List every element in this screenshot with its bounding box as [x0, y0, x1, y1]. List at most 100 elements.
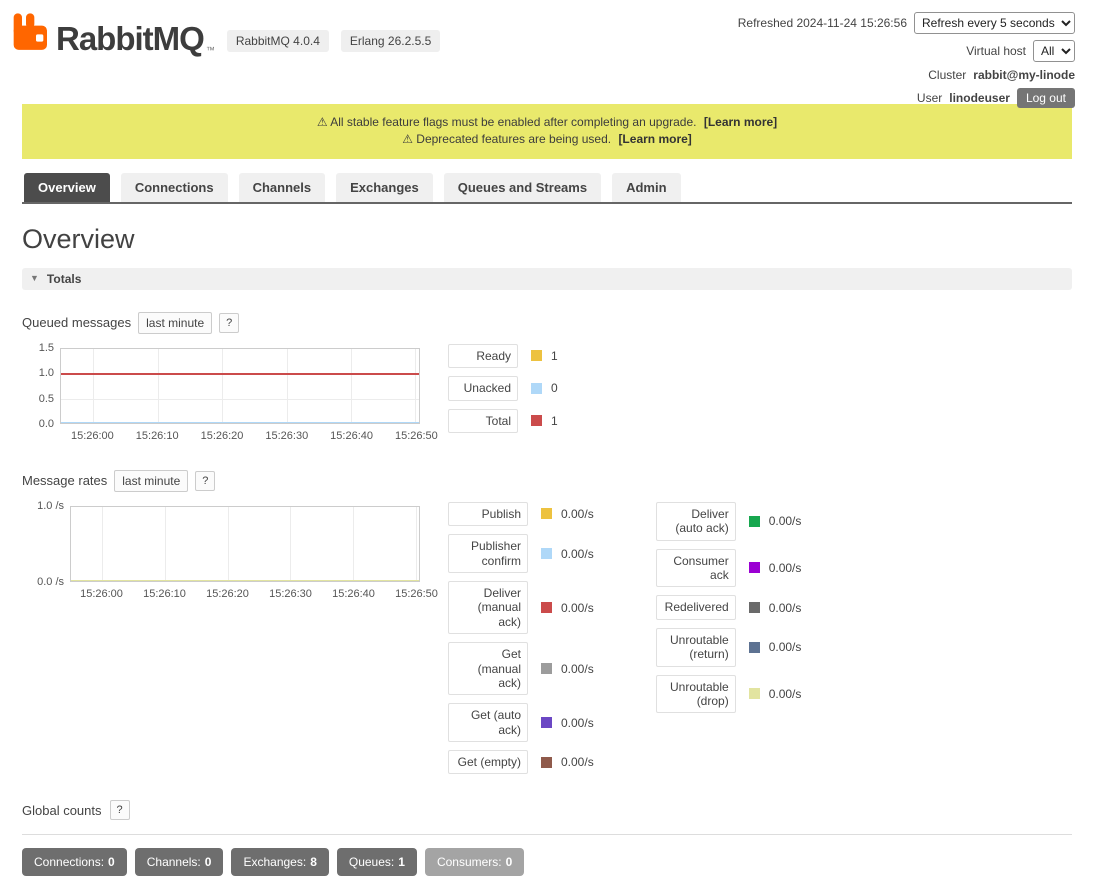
queues-count-badge[interactable]: Queues:1 — [337, 848, 417, 876]
ready-color-swatch — [531, 350, 542, 361]
legend-label: Redelivered — [656, 595, 736, 619]
total-color-swatch — [531, 415, 542, 426]
erlang-version-badge: Erlang 26.2.5.5 — [341, 30, 440, 52]
global-counts-footer: Connections:0 Channels:0 Exchanges:8 Que… — [22, 834, 1072, 886]
legend-row-get-empty: Get (empty) 0.00/s — [448, 750, 594, 774]
tab-overview[interactable]: Overview — [24, 173, 110, 202]
legend-value: 1 — [551, 414, 558, 428]
legend-row-get-manual-ack: Get (manual ack) 0.00/s — [448, 642, 594, 695]
header: RabbitMQ ™ RabbitMQ 4.0.4 Erlang 26.2.5.… — [0, 0, 1094, 104]
publisher-confirm-color-swatch — [541, 548, 552, 559]
legend-label: Publisher confirm — [448, 534, 528, 573]
legend-value: 0.00/s — [769, 514, 802, 528]
legend-row-unacked: Unacked 0 — [448, 376, 558, 400]
tab-exchanges[interactable]: Exchanges — [336, 173, 433, 202]
y-axis-tick: 0.5 — [22, 393, 54, 405]
legend-label: Get (auto ack) — [448, 703, 528, 742]
message-rates-plot: 1.0 /s 0.0 /s 15:26:00 15:26:10 15:26:20… — [22, 502, 424, 606]
legend-row-total: Total 1 — [448, 409, 558, 433]
y-axis-tick: 1.0 /s — [22, 500, 64, 512]
queued-messages-mode-button[interactable]: last minute — [138, 312, 212, 334]
learn-more-link-deprecated[interactable]: [Learn more] — [618, 132, 691, 146]
legend-value: 0.00/s — [769, 561, 802, 575]
zero-rate-series-line — [71, 580, 419, 581]
x-axis-tick: 15:26:10 — [143, 588, 186, 600]
legend-value: 0.00/s — [769, 687, 802, 701]
legend-value: 0.00/s — [561, 755, 594, 769]
legend-label: Total — [448, 409, 518, 433]
warning-line-feature-flags: ⚠ All stable feature flags must be enabl… — [30, 114, 1064, 131]
x-axis-tick: 15:26:10 — [136, 430, 179, 442]
unacked-series-line — [61, 422, 419, 423]
y-axis-tick: 1.0 — [22, 367, 54, 379]
unroutable-return-color-swatch — [749, 642, 760, 653]
queued-messages-help-button[interactable]: ? — [219, 313, 239, 333]
legend-row-get-auto-ack: Get (auto ack) 0.00/s — [448, 703, 594, 742]
virtual-host-label: Virtual host — [966, 44, 1026, 58]
logo-wordmark: RabbitMQ — [56, 22, 204, 55]
message-rates-legend: Publish 0.00/s Publisher confirm 0.00/s … — [448, 502, 801, 783]
consumer-ack-color-swatch — [749, 562, 760, 573]
refresh-interval-select[interactable]: Refresh every 5 seconds — [914, 12, 1075, 34]
legend-label: Get (manual ack) — [448, 642, 528, 695]
tab-channels[interactable]: Channels — [239, 173, 326, 202]
message-rates-help-button[interactable]: ? — [195, 471, 215, 491]
get-auto-ack-color-swatch — [541, 717, 552, 728]
page-title: Overview — [22, 224, 1072, 255]
message-rates-title: Message rates — [22, 473, 107, 488]
get-manual-ack-color-swatch — [541, 663, 552, 674]
exchanges-count-badge[interactable]: Exchanges:8 — [231, 848, 328, 876]
virtual-host-select[interactable]: All — [1033, 40, 1075, 62]
learn-more-link-feature-flags[interactable]: [Learn more] — [704, 115, 777, 129]
legend-value: 0 — [551, 381, 558, 395]
message-rates-mode-button[interactable]: last minute — [114, 470, 188, 492]
rabbitmq-logo[interactable]: RabbitMQ ™ — [10, 12, 215, 55]
publish-color-swatch — [541, 508, 552, 519]
message-rates-chart: 1.0 /s 0.0 /s 15:26:00 15:26:10 15:26:20… — [22, 502, 1072, 783]
legend-label: Publish — [448, 502, 528, 526]
x-axis-tick: 15:26:30 — [265, 430, 308, 442]
logout-button[interactable]: Log out — [1017, 88, 1075, 108]
x-axis-tick: 15:26:40 — [332, 588, 375, 600]
tab-connections[interactable]: Connections — [121, 173, 228, 202]
legend-label: Unroutable (return) — [656, 628, 736, 667]
legend-row-publisher-confirm: Publisher confirm 0.00/s — [448, 534, 594, 573]
legend-row-publish: Publish 0.00/s — [448, 502, 594, 526]
legend-row-consumer-ack: Consumer ack 0.00/s — [656, 549, 802, 588]
get-empty-color-swatch — [541, 757, 552, 768]
unroutable-drop-color-swatch — [749, 688, 760, 699]
legend-value: 0.00/s — [769, 601, 802, 615]
warning-line-deprecated: ⚠ Deprecated features are being used. [L… — [30, 131, 1064, 148]
x-axis-tick: 15:26:00 — [71, 430, 114, 442]
legend-label: Deliver (manual ack) — [448, 581, 528, 634]
connections-count-badge[interactable]: Connections:0 — [22, 848, 127, 876]
x-axis-tick: 15:26:50 — [395, 430, 438, 442]
x-axis-tick: 15:26:20 — [201, 430, 244, 442]
legend-row-unroutable-drop: Unroutable (drop) 0.00/s — [656, 675, 802, 714]
x-axis-tick: 15:26:40 — [330, 430, 373, 442]
legend-row-deliver-manual-ack: Deliver (manual ack) 0.00/s — [448, 581, 594, 634]
unacked-color-swatch — [531, 383, 542, 394]
user-name: linodeuser — [949, 91, 1010, 105]
legend-label: Deliver (auto ack) — [656, 502, 736, 541]
legend-value: 0.00/s — [769, 640, 802, 654]
legend-value: 1 — [551, 349, 558, 363]
global-counts-help-button[interactable]: ? — [110, 800, 130, 820]
tab-queues-and-streams[interactable]: Queues and Streams — [444, 173, 601, 202]
redelivered-color-swatch — [749, 602, 760, 613]
queued-messages-chart: 1.5 1.0 0.5 0.0 15:26:00 15:26:10 15:26:… — [22, 344, 1072, 448]
x-axis-tick: 15:26:00 — [80, 588, 123, 600]
rabbitmq-version-badge: RabbitMQ 4.0.4 — [227, 30, 329, 52]
legend-value: 0.00/s — [561, 507, 594, 521]
y-axis-tick: 0.0 — [22, 418, 54, 430]
total-series-line — [61, 373, 419, 375]
consumers-count-badge[interactable]: Consumers:0 — [425, 848, 524, 876]
legend-label: Consumer ack — [656, 549, 736, 588]
totals-section-header[interactable]: ▼ Totals — [22, 268, 1072, 290]
channels-count-badge[interactable]: Channels:0 — [135, 848, 224, 876]
legend-row-ready: Ready 1 — [448, 344, 558, 368]
tab-admin[interactable]: Admin — [612, 173, 680, 202]
queued-messages-plot: 1.5 1.0 0.5 0.0 15:26:00 15:26:10 15:26:… — [22, 344, 424, 448]
global-counts-label: Global counts — [22, 803, 102, 818]
x-axis-tick: 15:26:20 — [206, 588, 249, 600]
